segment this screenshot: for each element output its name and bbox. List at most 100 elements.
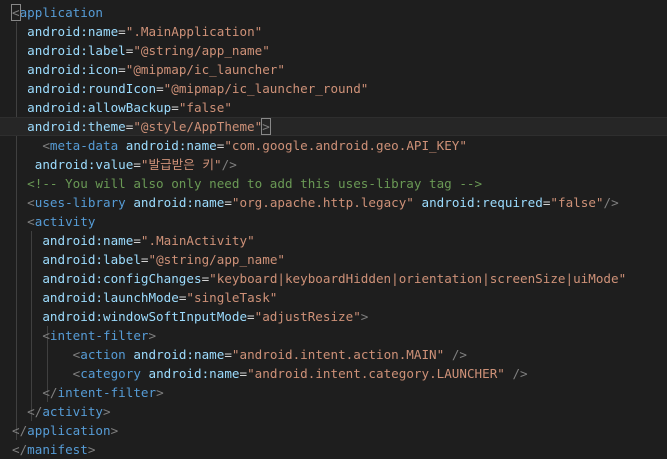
code-line[interactable]: android:launchMode="singleTask" — [0, 288, 667, 307]
code-token: android:windowSoftInputMode — [12, 309, 248, 324]
code-token: android:allowBackup — [12, 100, 172, 115]
code-token: android:name — [12, 24, 119, 39]
code-line[interactable]: android:label="@string/app_name" — [0, 250, 667, 269]
code-token: > — [87, 442, 96, 457]
code-token: ".MainApplication" — [125, 24, 263, 39]
code-token: android:icon — [12, 62, 119, 77]
code-token: > — [148, 328, 157, 343]
code-token: android:required — [413, 195, 543, 210]
code-token: "발급받은 키" — [140, 157, 222, 172]
code-token: android:name — [125, 347, 225, 362]
code-token: = — [140, 252, 149, 267]
code-token: > — [360, 309, 369, 324]
code-token: intent-filter — [57, 385, 157, 400]
code-token: "singleTask" — [186, 290, 278, 305]
code-token: "@mipmap/ic_launcher_round" — [163, 81, 369, 96]
code-line[interactable]: android:name=".MainActivity" — [0, 231, 667, 250]
code-token: < — [12, 195, 35, 210]
code-token: > — [261, 118, 271, 135]
code-line[interactable]: </manifest> — [0, 440, 667, 459]
code-line[interactable]: <uses-library android:name="org.apache.h… — [0, 193, 667, 212]
code-token: < — [12, 214, 35, 229]
code-token: android:name — [118, 138, 217, 153]
code-line[interactable]: <intent-filter> — [0, 326, 667, 345]
code-line[interactable]: android:allowBackup="false" — [0, 98, 667, 117]
code-line[interactable]: android:label="@string/app_name" — [0, 41, 667, 60]
code-token: "android.intent.category.LAUNCHER" — [247, 366, 505, 381]
code-token: activity — [42, 404, 104, 419]
code-token: "@mipmap/ic_launcher" — [125, 62, 285, 77]
code-token: android:roundIcon — [12, 81, 157, 96]
code-token: manifest — [27, 442, 88, 457]
code-token: android:name — [125, 195, 225, 210]
code-token: /> — [504, 366, 528, 381]
code-line[interactable]: android:configChanges="keyboard|keyboard… — [0, 269, 667, 288]
code-token: > — [110, 423, 119, 438]
code-token: application — [19, 5, 103, 20]
code-token: android:name — [12, 233, 134, 248]
code-token: uses-library — [34, 195, 126, 210]
code-token: android:theme — [12, 119, 126, 134]
code-token: "false" — [178, 100, 232, 115]
code-token: category — [80, 366, 141, 381]
code-token: < — [12, 366, 81, 381]
code-token: = — [224, 195, 232, 210]
code-token: ".MainActivity" — [140, 233, 255, 248]
code-token: android:name — [140, 366, 240, 381]
code-token: < — [12, 347, 81, 362]
code-token: android:label — [12, 43, 126, 58]
code-token: = — [133, 233, 141, 248]
code-token: android:value — [12, 157, 134, 172]
code-line[interactable]: android:value="발급받은 키"/> — [0, 155, 667, 174]
code-line[interactable]: android:name=".MainApplication" — [0, 22, 667, 41]
code-token: "adjustResize" — [254, 309, 361, 324]
code-token: = — [239, 366, 248, 381]
code-token: </ — [12, 442, 28, 457]
code-line[interactable]: <category android:name="android.intent.c… — [0, 364, 667, 383]
code-line[interactable]: <application — [0, 3, 667, 22]
code-editor[interactable]: <application android:name=".MainApplicat… — [0, 0, 667, 457]
code-token: "android.intent.action.MAIN" — [231, 347, 445, 362]
code-token: > — [156, 385, 164, 400]
code-token: /> — [603, 195, 619, 210]
code-token: = — [133, 157, 141, 172]
code-token: android:label — [12, 252, 141, 267]
code-line[interactable]: <!-- You will also only need to add this… — [0, 174, 667, 193]
code-line[interactable]: </activity> — [0, 402, 667, 421]
code-token: = — [224, 347, 232, 362]
code-token: action — [80, 347, 126, 362]
code-line[interactable]: <action android:name="android.intent.act… — [0, 345, 667, 364]
code-token: "false" — [550, 195, 604, 210]
code-token: intent-filter — [49, 328, 149, 343]
code-line[interactable]: android:windowSoftInputMode="adjustResiz… — [0, 307, 667, 326]
code-line[interactable]: </intent-filter> — [0, 383, 667, 402]
code-token: "com.google.android.geo.API_KEY" — [224, 138, 467, 153]
code-token: "@style/AppTheme" — [133, 119, 263, 134]
code-token: </ — [12, 404, 43, 419]
code-line[interactable]: </application> — [0, 421, 667, 440]
code-token: = — [156, 81, 164, 96]
code-token: = — [118, 24, 126, 39]
code-token: application — [27, 423, 111, 438]
code-line[interactable]: android:icon="@mipmap/ic_launcher" — [0, 60, 667, 79]
code-token: <!-- You will also only need to add this… — [12, 176, 483, 191]
code-token: activity — [34, 214, 96, 229]
code-token: = — [171, 100, 179, 115]
code-line[interactable]: android:roundIcon="@mipmap/ic_launcher_r… — [0, 79, 667, 98]
code-token: "@string/app_name" — [148, 252, 285, 267]
code-token: = — [247, 309, 255, 324]
code-token: "org.apache.http.legacy" — [231, 195, 414, 210]
code-token: </ — [12, 385, 58, 400]
code-token: /> — [221, 157, 237, 172]
code-token: "keyboard|keyboardHidden|orientation|scr… — [209, 271, 627, 286]
code-token: > — [103, 404, 111, 419]
code-token: android:launchMode — [12, 290, 179, 305]
code-line[interactable]: android:theme="@style/AppTheme"> — [0, 117, 667, 136]
code-token: < — [11, 4, 21, 21]
code-token: < — [12, 138, 50, 153]
code-token: </ — [12, 423, 28, 438]
code-line[interactable]: <activity — [0, 212, 667, 231]
code-line[interactable]: <meta-data android:name="com.google.andr… — [0, 136, 667, 155]
code-token: /> — [444, 347, 467, 362]
code-token: < — [12, 328, 50, 343]
